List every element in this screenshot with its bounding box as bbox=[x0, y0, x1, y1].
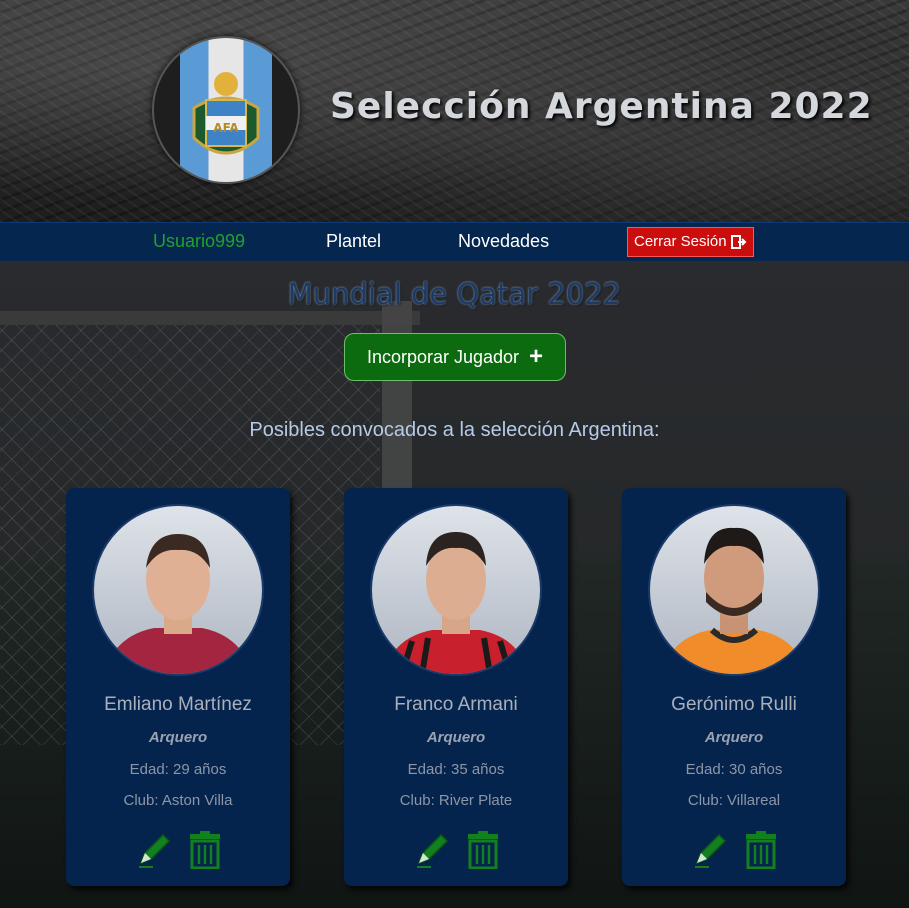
player-age: Edad: 29 años bbox=[129, 761, 227, 778]
player-club: Club: Aston Villa bbox=[123, 792, 233, 809]
player-avatar-icon bbox=[104, 534, 252, 674]
afa-logo: AFA bbox=[152, 36, 300, 184]
sign-out-icon bbox=[730, 235, 746, 249]
player-name: Emliano Martínez bbox=[104, 694, 252, 715]
player-name: Franco Armani bbox=[394, 694, 518, 715]
player-card: Franco Armani Arquero Edad: 35 años Club… bbox=[344, 488, 568, 886]
pencil-icon[interactable] bbox=[691, 831, 729, 869]
player-card: Emliano Martínez Arquero Edad: 29 años C… bbox=[66, 488, 290, 886]
add-player-button[interactable]: Incorporar Jugador + bbox=[344, 333, 566, 381]
nav-user-link[interactable]: Usuario999 bbox=[153, 231, 245, 252]
player-role: Arquero bbox=[426, 729, 486, 746]
trash-icon[interactable] bbox=[744, 831, 778, 869]
player-avatar-icon bbox=[662, 527, 806, 674]
page-title: Selección Argentina 2022 bbox=[330, 86, 873, 127]
trash-icon[interactable] bbox=[466, 831, 500, 869]
player-card: Gerónimo Rulli Arquero Edad: 30 años Clu… bbox=[622, 488, 846, 886]
player-avatar-icon bbox=[384, 532, 528, 674]
player-age: Edad: 35 años bbox=[407, 761, 505, 778]
trash-icon[interactable] bbox=[188, 831, 222, 869]
tournament-heading: Mundial de Qatar 2022 bbox=[287, 277, 622, 311]
logout-button[interactable]: Cerrar Sesión bbox=[627, 227, 754, 257]
pencil-icon[interactable] bbox=[135, 831, 173, 869]
player-name: Gerónimo Rulli bbox=[671, 694, 797, 715]
navbar: Usuario999 Plantel Novedades Cerrar Sesi… bbox=[0, 222, 909, 262]
nav-plantel-link[interactable]: Plantel bbox=[326, 231, 381, 252]
player-role: Arquero bbox=[148, 729, 208, 746]
player-club: Club: Villareal bbox=[687, 792, 781, 809]
nav-novedades-link[interactable]: Novedades bbox=[458, 231, 549, 252]
section-label: Posibles convocados a la selección Argen… bbox=[249, 419, 660, 441]
player-photo bbox=[92, 504, 264, 676]
afa-crest-icon: AFA bbox=[192, 72, 260, 155]
player-photo bbox=[370, 504, 542, 676]
header-banner: AFA Selección Argentina 2022 bbox=[0, 0, 909, 222]
player-age: Edad: 30 años bbox=[685, 761, 783, 778]
pencil-icon[interactable] bbox=[413, 831, 451, 869]
svg-text:AFA: AFA bbox=[213, 121, 239, 135]
logout-label: Cerrar Sesión bbox=[634, 233, 727, 250]
player-club: Club: River Plate bbox=[399, 792, 513, 809]
goal-crossbar-decoration bbox=[0, 311, 420, 325]
add-player-label: Incorporar Jugador bbox=[366, 346, 520, 367]
player-photo bbox=[648, 504, 820, 676]
player-role: Arquero bbox=[704, 729, 764, 746]
plus-icon: + bbox=[529, 343, 544, 370]
main-content: Mundial de Qatar 2022 Incorporar Jugador… bbox=[0, 261, 909, 908]
